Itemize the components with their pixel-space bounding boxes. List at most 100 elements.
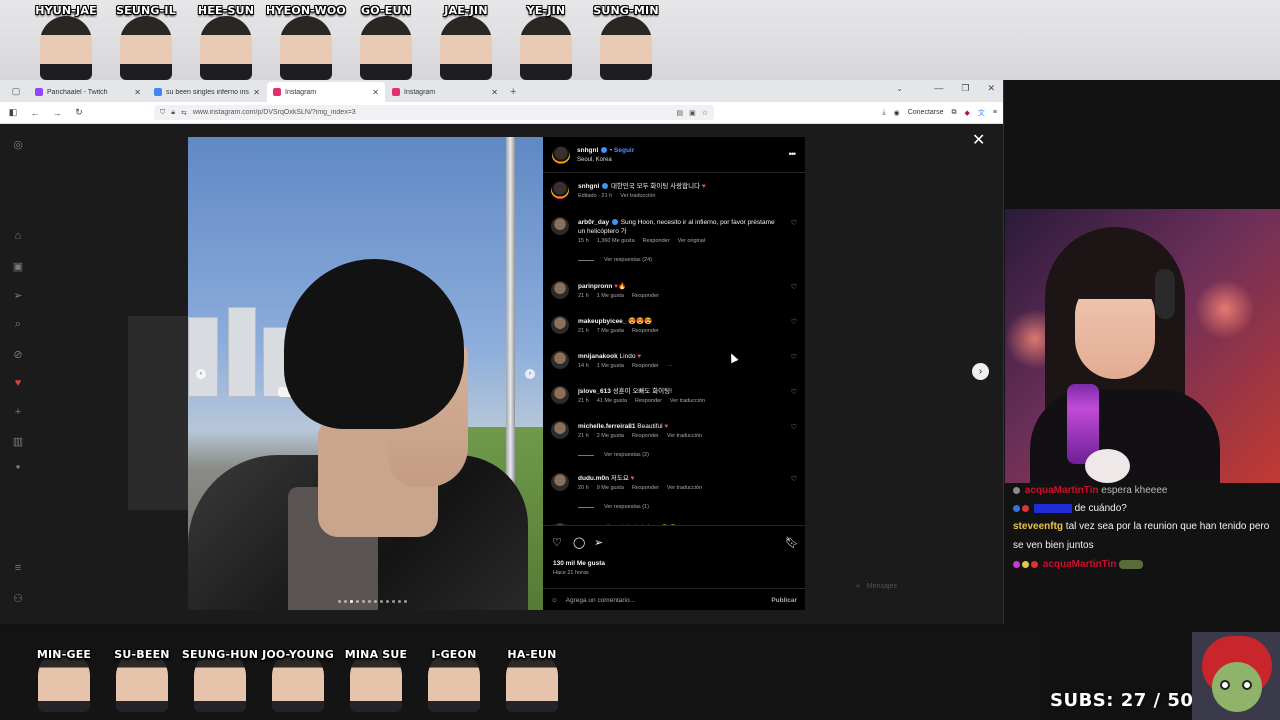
account-icon[interactable]: ◉ [894, 109, 900, 117]
view-replies-label[interactable]: Ver respuestas (24) [604, 257, 652, 263]
view-replies-link[interactable]: Ver respuestas (24) [578, 257, 652, 263]
post-image[interactable]: ‹ › [188, 137, 543, 610]
follow-button[interactable]: Seguir [614, 147, 634, 154]
comment-meta-item[interactable]: Ver traducción [667, 485, 702, 491]
like-icon[interactable]: ♡ [552, 536, 562, 549]
emoji-icon[interactable]: ☺ [551, 597, 558, 604]
comment-meta-item[interactable]: 1 Me gusta [597, 363, 624, 369]
comment-placeholder[interactable]: Agrega un comentario... [566, 597, 635, 604]
search-icon[interactable]: ⌕ [10, 318, 26, 331]
publish-button[interactable]: Publicar [771, 597, 797, 604]
post-location[interactable]: Seoul, Korea [577, 157, 612, 163]
carousel-prev-icon[interactable]: ‹ [196, 369, 206, 379]
create-icon[interactable]: + [10, 406, 26, 418]
more-menu-icon[interactable]: ≡ [10, 562, 26, 574]
avatar[interactable] [551, 316, 569, 334]
comment-meta-item[interactable]: Responder [643, 238, 670, 244]
comments-list[interactable]: snhgnl 대한민국 모두 화이팅 사랑합니다 ♥ Editado · 21 … [543, 173, 805, 525]
picture-in-picture-icon[interactable]: ▣ [689, 109, 696, 117]
comment-meta-item[interactable]: 1,360 Me gusta [597, 238, 635, 244]
tab-close-icon[interactable]: ✕ [134, 88, 141, 97]
notifications-icon[interactable]: ♥ [10, 377, 26, 389]
chevron-down-icon[interactable]: ⌄ [896, 84, 903, 93]
avatar[interactable] [551, 281, 569, 299]
avatar[interactable] [552, 146, 570, 164]
extensions-icon[interactable]: ⧉ [952, 109, 957, 117]
view-replies-link[interactable]: Ver respuestas (2) [578, 452, 649, 458]
view-replies-label[interactable]: Ver respuestas (2) [604, 452, 649, 458]
comment-meta-item[interactable]: Ver traducción [670, 398, 705, 404]
comment-like-icon[interactable]: ♡ [791, 318, 797, 326]
comment-meta-item[interactable]: Ver original [678, 238, 706, 244]
dashboard-icon[interactable]: ▥ [10, 435, 26, 448]
comment-meta-item[interactable]: Ver traducción [667, 433, 702, 439]
view-replies-link[interactable]: Ver respuestas (1) [578, 504, 649, 510]
share-icon[interactable]: ➢ [594, 536, 603, 549]
tab-list-icon[interactable]: ▢ [8, 83, 24, 99]
comment-like-icon[interactable]: ♡ [791, 353, 797, 361]
comment-username[interactable]: mnijanakook [578, 353, 618, 360]
close-modal-icon[interactable]: ✕ [972, 130, 985, 150]
download-icon[interactable]: ⤓ [883, 109, 886, 117]
tab-close-icon[interactable]: ✕ [491, 88, 498, 97]
comment-meta-item[interactable]: 1 Me gusta [597, 293, 624, 299]
comment-meta-item[interactable]: Responder [635, 398, 662, 404]
forward-icon[interactable]: → [50, 108, 64, 118]
close-icon[interactable]: ✕ [987, 83, 995, 94]
carousel-next-icon[interactable]: › [525, 369, 535, 379]
next-post-icon[interactable]: › [972, 363, 989, 380]
comment-username[interactable]: michelle.ferreira81 [578, 423, 635, 430]
tab-close-icon[interactable]: ✕ [253, 88, 260, 97]
caption-username[interactable]: snhgnl [578, 183, 599, 190]
avatar[interactable] [551, 473, 569, 491]
address-bar[interactable]: ⛉ 🔒︎ ⇆ www.instagram.com/p/DVSrqOxkSLN/?… [154, 105, 714, 120]
comment-username[interactable]: parinpronn [578, 283, 612, 290]
comment-like-icon[interactable]: ♡ [791, 388, 797, 396]
explore-icon[interactable]: ⊘ [10, 348, 26, 361]
browser-tab[interactable]: Instagram ✕ [386, 82, 504, 102]
lock-icon[interactable]: 🔒︎ [171, 109, 175, 117]
avatar[interactable] [551, 217, 569, 235]
tab-close-icon[interactable]: ✕ [372, 88, 379, 97]
translate-icon[interactable]: 文 [978, 108, 985, 118]
sidebar-icon[interactable]: ◧ [6, 107, 20, 118]
post-timestamp[interactable]: Hace 21 horas [553, 570, 589, 576]
messages-dock[interactable]: ➢ Mensajes [845, 574, 985, 598]
comment-meta-item[interactable]: Responder [632, 485, 659, 491]
comment-username[interactable]: jslove_613 [578, 388, 611, 395]
comment-meta-item[interactable]: Responder [632, 363, 659, 369]
bookmark-star-icon[interactable]: ☆ [702, 109, 708, 117]
comment-meta-item[interactable]: Responder [632, 328, 659, 334]
comment-meta-item[interactable]: 2 Me gusta [597, 433, 624, 439]
reels-icon[interactable]: ▣ [10, 260, 26, 273]
comment-input[interactable]: ☺ Agrega un comentario... Publicar [543, 588, 805, 611]
profile-icon[interactable]: ● [10, 462, 26, 471]
home-icon[interactable]: ⌂ [10, 230, 26, 242]
comment-like-icon[interactable]: ♡ [791, 283, 797, 291]
comment-meta-item[interactable]: 41 Me gusta [597, 398, 627, 404]
browser-tab[interactable]: Instagram ✕ [267, 82, 385, 102]
comment-meta-item[interactable]: Responder [632, 433, 659, 439]
comment-meta-item[interactable]: ··· [667, 363, 673, 369]
comment-like-icon[interactable]: ♡ [791, 423, 797, 431]
url-text[interactable]: www.instagram.com/p/DVSrqOxkSLN/?img_ind… [193, 109, 671, 116]
comment-username[interactable]: arb0r_day [578, 219, 609, 226]
shield-icon[interactable]: ⛉ [160, 109, 165, 117]
comment-username[interactable]: dudu.m0n [578, 475, 609, 482]
maximize-icon[interactable]: ❐ [961, 83, 969, 94]
avatar[interactable] [551, 386, 569, 404]
new-tab-button[interactable]: + [510, 82, 516, 102]
ublock-icon[interactable]: ◆ [965, 109, 970, 117]
instagram-logo-icon[interactable]: ◎ [10, 138, 26, 151]
more-options-icon[interactable]: ••• [789, 149, 797, 159]
menu-icon[interactable]: ≡ [993, 109, 997, 116]
browser-tab[interactable]: su been singles inferno instagra ✕ [148, 82, 266, 102]
author-username[interactable]: snhgnl [577, 147, 598, 154]
comment-meta-item[interactable]: 9 Me gusta [597, 485, 624, 491]
comment-meta-item[interactable]: 7 Me gusta [597, 328, 624, 334]
reload-icon[interactable]: ↻ [72, 107, 86, 118]
comment-username[interactable]: makeupbyicee_ [578, 318, 626, 325]
browser-tab[interactable]: Panchaalel - Twitch ✕ [29, 82, 147, 102]
messages-icon[interactable]: ➢ [10, 289, 26, 302]
comment-like-icon[interactable]: ♡ [791, 475, 797, 483]
